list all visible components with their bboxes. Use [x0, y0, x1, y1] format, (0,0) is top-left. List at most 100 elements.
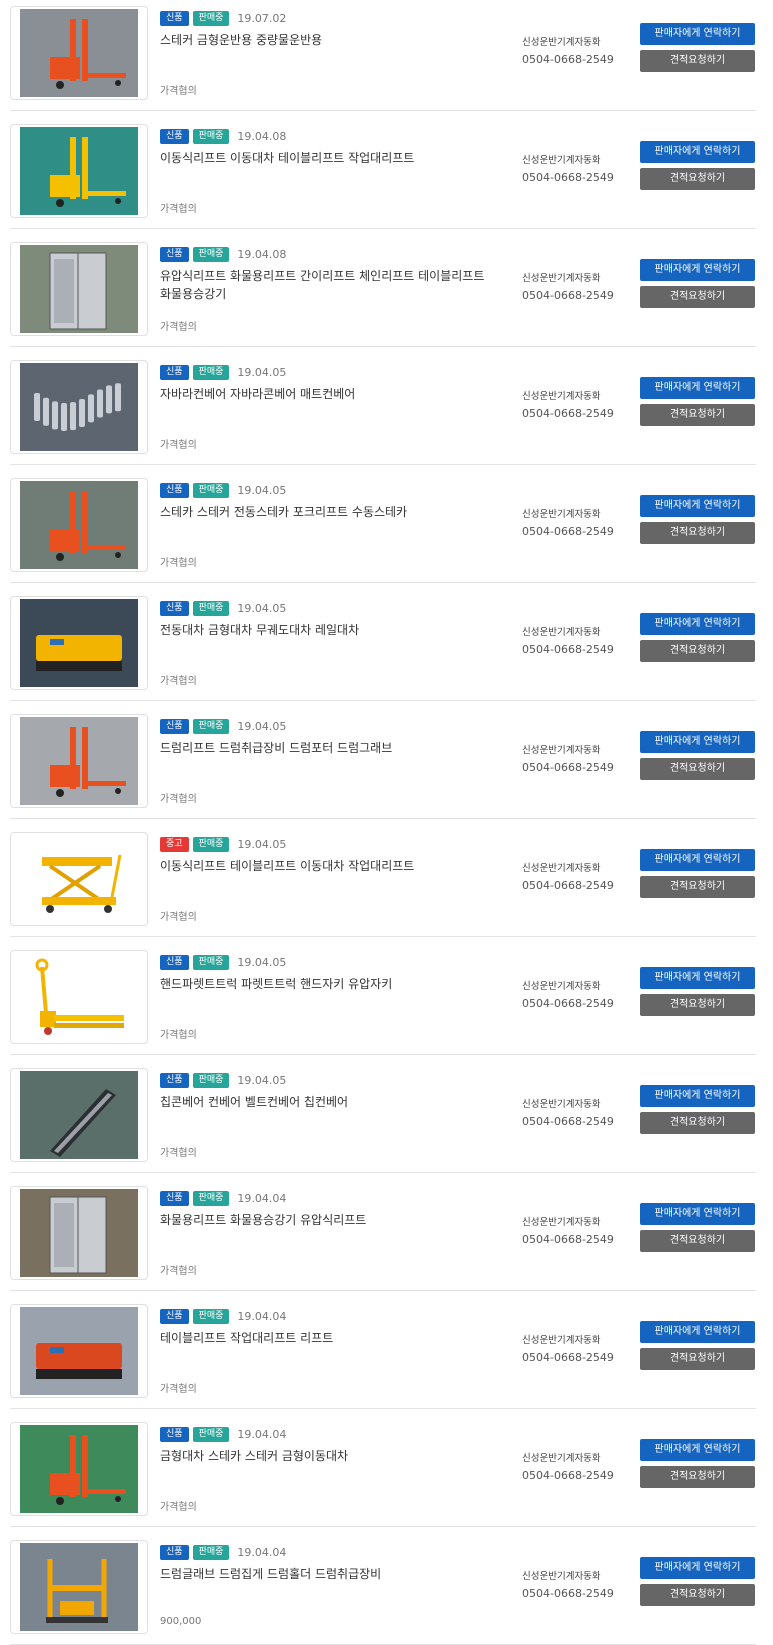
request-quote-button[interactable]: 견적요청하기: [640, 50, 755, 72]
seller-info: 신성운반기계자동화 0504-0668-2549: [522, 1214, 614, 1248]
product-price: 가격협의: [160, 1030, 197, 1041]
product-title[interactable]: 이동식리프트 테이블리프트 이동대차 작업대리프트: [160, 857, 490, 875]
product-row: 신품 판매중 19.04.05 스테카 스테커 전동스테카 포크리프트 수동스테…: [10, 472, 756, 583]
product-thumbnail[interactable]: [10, 6, 148, 100]
product-thumbnail[interactable]: [10, 596, 148, 690]
contact-seller-button[interactable]: 판매자에게 연락하기: [640, 1085, 755, 1107]
request-quote-button[interactable]: 견적요청하기: [640, 1230, 755, 1252]
product-price: 가격협의: [160, 794, 197, 805]
contact-seller-button[interactable]: 판매자에게 연락하기: [640, 23, 755, 45]
request-quote-button[interactable]: 견적요청하기: [640, 1348, 755, 1370]
seller-info: 신성운반기계자동화 0504-0668-2549: [522, 978, 614, 1012]
post-date: 19.04.05: [237, 838, 287, 851]
contact-seller-button[interactable]: 판매자에게 연락하기: [640, 1321, 755, 1343]
product-image: [20, 599, 138, 687]
seller-info: 신성운반기계자동화 0504-0668-2549: [522, 860, 614, 894]
product-title[interactable]: 금형대차 스테카 스테커 금형이동대차: [160, 1447, 490, 1465]
contact-seller-button[interactable]: 판매자에게 연락하기: [640, 377, 755, 399]
product-title[interactable]: 드럼리프트 드럼취급장비 드럼포터 드럼그래브: [160, 739, 490, 757]
request-quote-button[interactable]: 견적요청하기: [640, 640, 755, 662]
product-title[interactable]: 이동식리프트 이동대차 테이블리프트 작업대리프트: [160, 149, 490, 167]
contact-seller-button[interactable]: 판매자에게 연락하기: [640, 967, 755, 989]
request-quote-button[interactable]: 견적요청하기: [640, 876, 755, 898]
product-image: [20, 1425, 138, 1513]
request-quote-button[interactable]: 견적요청하기: [640, 404, 755, 426]
contact-seller-button[interactable]: 판매자에게 연락하기: [640, 259, 755, 281]
contact-seller-button[interactable]: 판매자에게 연락하기: [640, 731, 755, 753]
seller-phone: 0504-0668-2549: [522, 53, 614, 66]
seller-phone: 0504-0668-2549: [522, 643, 614, 656]
product-price: 가격협의: [160, 1266, 197, 1277]
condition-badge: 신품: [160, 601, 189, 616]
product-tags: 신품 판매중 19.04.08: [160, 129, 286, 144]
seller-name: 신성운반기계자동화: [522, 981, 601, 992]
seller-phone: 0504-0668-2549: [522, 761, 614, 774]
product-thumbnail[interactable]: [10, 714, 148, 808]
seller-name: 신성운반기계자동화: [522, 1099, 601, 1110]
condition-badge: 신품: [160, 1309, 189, 1324]
product-thumbnail[interactable]: [10, 1068, 148, 1162]
request-quote-button[interactable]: 견적요청하기: [640, 994, 755, 1016]
contact-seller-button[interactable]: 판매자에게 연락하기: [640, 1203, 755, 1225]
product-thumbnail[interactable]: [10, 1422, 148, 1516]
post-date: 19.04.04: [237, 1310, 287, 1323]
status-badge: 판매중: [192, 719, 230, 734]
product-tags: 신품 판매중 19.04.04: [160, 1191, 286, 1206]
product-price: 900,000: [160, 1616, 202, 1627]
request-quote-button[interactable]: 견적요청하기: [640, 1466, 755, 1488]
product-thumbnail[interactable]: [10, 242, 148, 336]
contact-seller-button[interactable]: 판매자에게 연락하기: [640, 849, 755, 871]
product-thumbnail[interactable]: [10, 1540, 148, 1634]
condition-badge: 신품: [160, 955, 189, 970]
seller-info: 신성운반기계자동화 0504-0668-2549: [522, 742, 614, 776]
product-tags: 신품 판매중 19.04.05: [160, 1073, 286, 1088]
product-title[interactable]: 테이블리프트 작업대리프트 리프트: [160, 1329, 490, 1347]
product-image: [20, 1071, 138, 1159]
contact-seller-button[interactable]: 판매자에게 연락하기: [640, 141, 755, 163]
product-tags: 신품 판매중 19.04.05: [160, 719, 286, 734]
product-title[interactable]: 스테카 스테커 전동스테카 포크리프트 수동스테카: [160, 503, 490, 521]
product-price: 가격협의: [160, 86, 197, 97]
seller-name: 신성운반기계자동화: [522, 745, 601, 756]
product-row: 신품 판매중 19.04.04 화물용리프트 화물용승강기 유압식리프트 가격협…: [10, 1180, 756, 1291]
product-thumbnail[interactable]: [10, 832, 148, 926]
request-quote-button[interactable]: 견적요청하기: [640, 1112, 755, 1134]
product-title[interactable]: 칩콘베어 컨베어 벨트컨베어 칩컨베어: [160, 1093, 490, 1111]
product-thumbnail[interactable]: [10, 1304, 148, 1398]
product-image: [20, 953, 138, 1041]
request-quote-button[interactable]: 견적요청하기: [640, 758, 755, 780]
seller-name: 신성운반기계자동화: [522, 1453, 601, 1464]
request-quote-button[interactable]: 견적요청하기: [640, 1584, 755, 1606]
product-title[interactable]: 전동대차 금형대차 무궤도대차 레일대차: [160, 621, 490, 639]
product-title[interactable]: 자바라컨베어 자바라콘베어 매트컨베어: [160, 385, 490, 403]
status-badge: 판매중: [192, 129, 230, 144]
product-tags: 신품 판매중 19.04.08: [160, 247, 286, 262]
request-quote-button[interactable]: 견적요청하기: [640, 286, 755, 308]
seller-name: 신성운반기계자동화: [522, 1217, 601, 1228]
product-thumbnail[interactable]: [10, 124, 148, 218]
product-title[interactable]: 핸드파렛트트럭 파렛트트럭 핸드자키 유압자키: [160, 975, 490, 993]
seller-info: 신성운반기계자동화 0504-0668-2549: [522, 1096, 614, 1130]
condition-badge: 신품: [160, 1191, 189, 1206]
seller-name: 신성운반기계자동화: [522, 1335, 601, 1346]
product-title[interactable]: 유압식리프트 화물용리프트 간이리프트 체인리프트 테이블리프트 화물용승강기: [160, 267, 490, 303]
post-date: 19.04.08: [237, 130, 287, 143]
condition-badge: 신품: [160, 11, 189, 26]
product-thumbnail[interactable]: [10, 478, 148, 572]
contact-seller-button[interactable]: 판매자에게 연락하기: [640, 1557, 755, 1579]
product-title[interactable]: 화물용리프트 화물용승강기 유압식리프트: [160, 1211, 490, 1229]
contact-seller-button[interactable]: 판매자에게 연락하기: [640, 1439, 755, 1461]
contact-seller-button[interactable]: 판매자에게 연락하기: [640, 613, 755, 635]
condition-badge: 신품: [160, 483, 189, 498]
status-badge: 판매중: [192, 365, 230, 380]
seller-info: 신성운반기계자동화 0504-0668-2549: [522, 1450, 614, 1484]
product-thumbnail[interactable]: [10, 360, 148, 454]
product-title[interactable]: 스테커 금형운반용 중량물운반용: [160, 31, 490, 49]
product-thumbnail[interactable]: [10, 950, 148, 1044]
product-title[interactable]: 드럼글래브 드럼집게 드럼홀더 드럼취급장비: [160, 1565, 490, 1583]
product-tags: 신품 판매중 19.07.02: [160, 11, 286, 26]
product-thumbnail[interactable]: [10, 1186, 148, 1280]
request-quote-button[interactable]: 견적요청하기: [640, 168, 755, 190]
request-quote-button[interactable]: 견적요청하기: [640, 522, 755, 544]
contact-seller-button[interactable]: 판매자에게 연락하기: [640, 495, 755, 517]
